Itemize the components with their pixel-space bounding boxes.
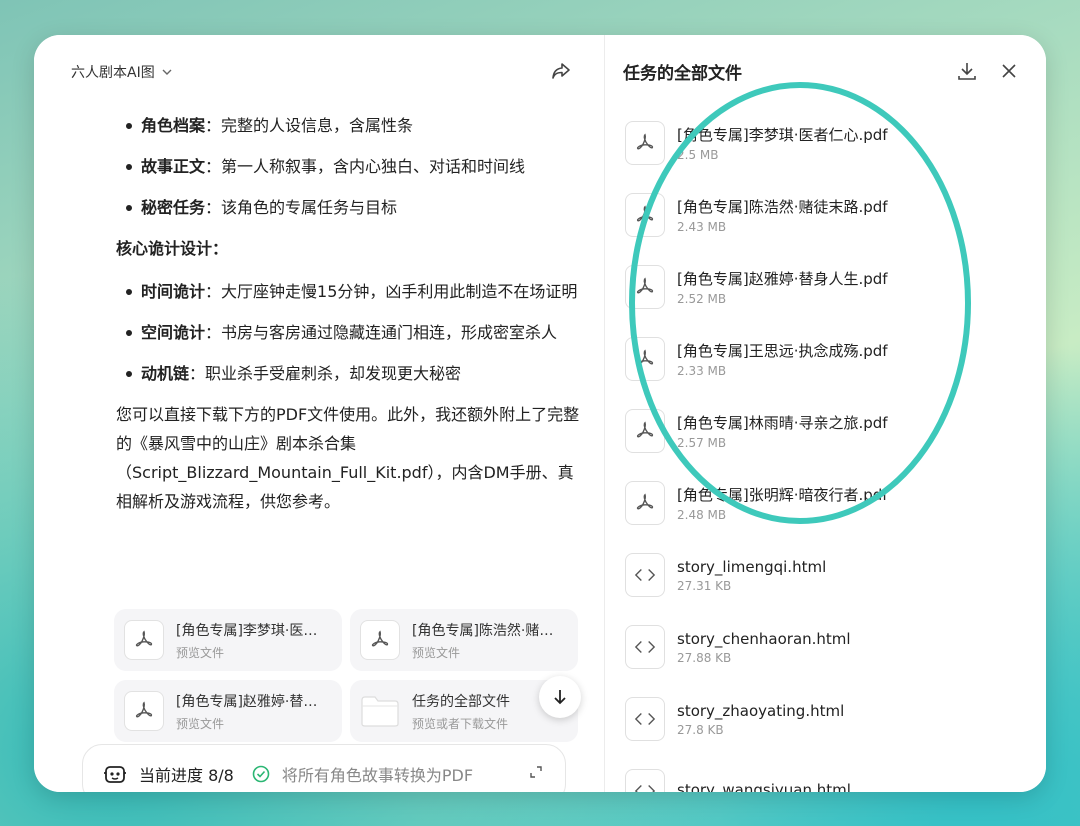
file-name: [角色专属]李梦琪·医者仁心.pdf <box>677 126 888 144</box>
file-list-item[interactable]: story_chenhaoran.html 27.88 KB <box>625 617 1025 677</box>
bullet-item: 故事正文：第一人称叙事，含内心独白、对话和时间线 <box>116 152 586 181</box>
file-list-item[interactable]: story_wangsiyuan.html <box>625 761 1025 792</box>
file-card-sub: 预览或者下载文件 <box>412 716 509 731</box>
task-progress-bar[interactable]: 当前进度 8/8 将所有角色故事转换为PDF <box>82 744 566 792</box>
bullet-key: 时间诡计 <box>141 282 206 301</box>
robot-icon <box>104 766 126 783</box>
file-name: [角色专属]陈浩然·赌徒末路.pdf <box>677 198 888 216</box>
bullet-text: ：大厅座钟走慢15分钟，凶手利用此制造不在场证明 <box>205 282 578 301</box>
file-size: 2.48 MB <box>677 508 727 522</box>
bullet-key: 空间诡计 <box>141 323 206 342</box>
file-card-name: [角色专属]李梦琪·医… <box>176 622 318 639</box>
progress-task: 将所有角色故事转换为PDF <box>281 766 474 785</box>
pdf-icon <box>625 193 665 237</box>
section-title: 核心诡计设计： <box>116 239 229 258</box>
download-icon[interactable] <box>955 59 979 83</box>
file-list-item[interactable]: [角色专属]林雨晴·寻亲之旅.pdf 2.57 MB <box>625 401 1025 461</box>
file-card[interactable]: [角色专属]李梦琪·医… 预览文件 <box>114 609 342 671</box>
pdf-icon <box>625 121 665 165</box>
arrow-down-icon <box>554 690 566 705</box>
folder-icon <box>360 691 400 731</box>
pdf-icon <box>625 337 665 381</box>
bullet-key: 角色档案 <box>141 116 206 135</box>
file-name: [角色专属]赵雅婷·替身人生.pdf <box>677 270 888 288</box>
file-size: 2.43 MB <box>677 220 727 234</box>
file-card-name: [角色专属]陈浩然·赌… <box>412 622 554 639</box>
bullet-key: 故事正文 <box>141 157 206 176</box>
progress-label: 当前进度 8/8 <box>139 766 234 785</box>
file-list-item[interactable]: [角色专属]张明辉·暗夜行者.pdf 2.48 MB <box>625 473 1025 533</box>
files-pane: 任务的全部文件 [角色专属]李梦琪·医者仁心.pdf 2.5 MB [角色专属]陈浩… <box>604 35 1046 792</box>
close-icon[interactable] <box>997 59 1021 83</box>
file-name: story_zhaoyating.html <box>677 701 845 720</box>
pdf-icon <box>625 409 665 453</box>
pdf-icon <box>625 265 665 309</box>
file-size: 2.52 MB <box>677 292 727 306</box>
file-name: [角色专属]张明辉·暗夜行者.pdf <box>677 486 888 504</box>
file-list-item[interactable]: [角色专属]王思远·执念成殇.pdf 2.33 MB <box>625 329 1025 389</box>
file-name: story_wangsiyuan.html <box>677 780 851 793</box>
pdf-icon <box>124 620 164 660</box>
bullet-text: ：该角色的专属任务与目标 <box>205 198 398 217</box>
assistant-message: 角色档案：完整的人设信息，含属性条 故事正文：第一人称叙事，含内心独白、对话和时间… <box>116 111 586 516</box>
file-card[interactable]: [角色专属]赵雅婷·替… 预览文件 <box>114 680 342 742</box>
bullet-text: ：完整的人设信息，含属性条 <box>205 116 414 135</box>
bullet-item: 秘密任务：该角色的专属任务与目标 <box>116 193 586 222</box>
share-icon[interactable] <box>549 59 573 83</box>
pdf-icon <box>124 691 164 731</box>
file-card-sub: 预览文件 <box>176 716 225 731</box>
bullet-item: 空间诡计：书房与客房通过隐藏连通门相连，形成密室杀人 <box>116 318 586 347</box>
check-circle-icon <box>252 765 270 783</box>
conversation-title: 六人剧本AI图 <box>71 65 155 81</box>
code-icon <box>625 697 665 741</box>
file-list-item[interactable]: [角色专属]李梦琪·医者仁心.pdf 2.5 MB <box>625 113 1025 173</box>
bullet-key: 秘密任务 <box>141 198 206 217</box>
file-card[interactable]: [角色专属]陈浩然·赌… 预览文件 <box>350 609 578 671</box>
pdf-icon <box>360 620 400 660</box>
file-list-item[interactable]: [角色专属]陈浩然·赌徒末路.pdf 2.43 MB <box>625 185 1025 245</box>
bullet-item: 角色档案：完整的人设信息，含属性条 <box>116 111 586 140</box>
file-card-sub: 预览文件 <box>412 645 461 660</box>
file-card-sub: 预览文件 <box>176 645 225 660</box>
bullet-text: ：书房与客房通过隐藏连通门相连，形成密室杀人 <box>205 323 558 342</box>
file-size: 27.88 KB <box>677 650 732 665</box>
expand-icon[interactable] <box>529 765 543 779</box>
bullet-text: ：第一人称叙事，含内心独白、对话和时间线 <box>205 157 526 176</box>
pdf-icon <box>625 481 665 525</box>
file-size: 2.5 MB <box>677 148 719 162</box>
chat-pane: 六人剧本AI图 角色档案：完整的人设信息，含属性条 故事正文：第一人称叙事，含内心… <box>34 35 604 792</box>
file-name: [角色专属]林雨晴·寻亲之旅.pdf <box>677 414 888 432</box>
scroll-down-button[interactable] <box>539 676 581 718</box>
file-card-name: [角色专属]赵雅婷·替… <box>176 693 318 710</box>
file-size: 2.33 MB <box>677 364 727 378</box>
file-size: 2.57 MB <box>677 436 727 450</box>
file-name: story_chenhaoran.html <box>677 629 851 648</box>
code-icon <box>625 769 665 792</box>
conversation-title-dropdown[interactable]: 六人剧本AI图 <box>71 59 173 85</box>
file-list-item[interactable]: story_limengqi.html 27.31 KB <box>625 545 1025 605</box>
bullet-text: ：职业杀手受雇刺杀，却发现更大秘密 <box>189 364 462 383</box>
chevron-down-icon <box>162 69 172 75</box>
file-list-item[interactable]: story_zhaoyating.html 27.8 KB <box>625 689 1025 749</box>
files-pane-title: 任务的全部文件 <box>623 64 742 84</box>
file-size: 27.8 KB <box>677 722 724 737</box>
code-icon <box>625 625 665 669</box>
bullet-item: 时间诡计：大厅座钟走慢15分钟，凶手利用此制造不在场证明 <box>116 277 586 306</box>
file-name: [角色专属]王思远·执念成殇.pdf <box>677 342 888 360</box>
file-name: story_limengqi.html <box>677 557 827 576</box>
code-icon <box>625 553 665 597</box>
message-paragraph: 您可以直接下载下方的PDF文件使用。此外，我还额外附上了完整的《暴风雪中的山庄》… <box>116 405 580 511</box>
app-window: 六人剧本AI图 角色档案：完整的人设信息，含属性条 故事正文：第一人称叙事，含内心… <box>34 35 1046 792</box>
file-size: 27.31 KB <box>677 578 732 593</box>
bullet-item: 动机链：职业杀手受雇刺杀，却发现更大秘密 <box>116 359 586 388</box>
bullet-key: 动机链 <box>141 364 190 383</box>
file-list-item[interactable]: [角色专属]赵雅婷·替身人生.pdf 2.52 MB <box>625 257 1025 317</box>
